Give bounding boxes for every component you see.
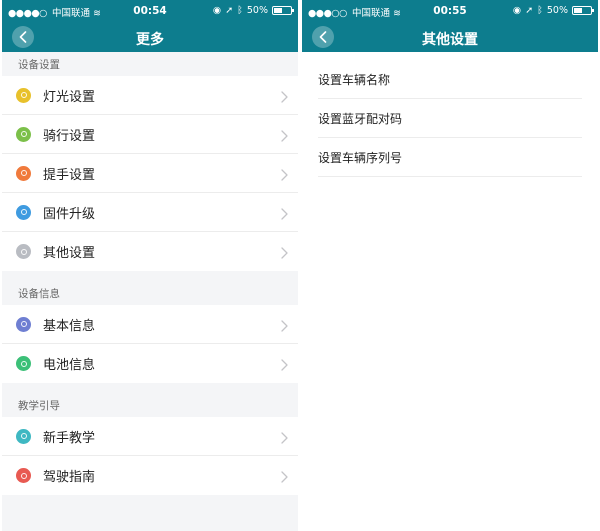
page-title: 更多 xyxy=(136,32,164,48)
battery-info-icon xyxy=(16,356,31,371)
list-item[interactable]: 固件升级 xyxy=(2,193,298,232)
list-item[interactable]: 电池信息 xyxy=(2,344,298,383)
list-item[interactable]: 驾驶指南 xyxy=(2,456,298,495)
more-screen: ●●●●○ 中国联通 ≋ 00:54 ◉ ➚ ᛒ 50% 更多 设备设置灯光设置… xyxy=(2,0,298,531)
battery-icon xyxy=(272,6,294,15)
section-gap xyxy=(2,383,298,393)
firmware-icon xyxy=(16,204,31,220)
location-icon: ➚ xyxy=(225,5,234,16)
chevron-right-icon xyxy=(281,166,288,185)
chevron-right-icon xyxy=(281,429,288,448)
list-item[interactable]: 提手设置 xyxy=(2,154,298,193)
settings-row[interactable]: 设置车辆名称 xyxy=(318,60,582,99)
list-item-label: 其他设置 xyxy=(43,246,96,261)
section-header: 设备信息 xyxy=(2,281,298,305)
settings-list: 设备设置灯光设置骑行设置提手设置固件升级其他设置设备信息基本信息电池信息教学引导… xyxy=(2,52,298,519)
tutorial-icon xyxy=(16,428,31,444)
list-item-label: 电池信息 xyxy=(43,358,96,373)
chevron-right-icon xyxy=(281,356,288,375)
lock-rotation-icon: ◉ xyxy=(212,5,222,16)
back-button[interactable] xyxy=(312,26,334,48)
battery-percent: 50% xyxy=(546,5,568,16)
list-item-label: 新手教学 xyxy=(43,430,96,446)
riding-icon xyxy=(16,126,31,142)
settings-row[interactable]: 设置蓝牙配对码 xyxy=(318,99,582,138)
back-button[interactable] xyxy=(12,26,34,48)
info-icon xyxy=(16,316,31,332)
list-item[interactable]: 其他设置 xyxy=(2,232,298,271)
list-item-label: 基本信息 xyxy=(43,318,96,334)
chevron-right-icon xyxy=(281,127,288,146)
lock-rotation-icon: ◉ xyxy=(512,5,522,16)
battery-percent: 50% xyxy=(246,5,268,16)
chevron-left-icon xyxy=(19,31,27,43)
status-right: ◉ ➚ ᛒ 50% xyxy=(212,5,294,16)
nav-bar: 更多 xyxy=(2,22,298,52)
chevron-right-icon xyxy=(281,468,288,487)
list-item-label: 提手设置 xyxy=(43,167,96,183)
section-header: 设备设置 xyxy=(2,52,298,76)
driving-guide-icon xyxy=(16,468,31,483)
chevron-left-icon xyxy=(319,31,327,43)
other-settings-list: 设置车辆名称 设置蓝牙配对码 设置车辆序列号 xyxy=(302,52,598,177)
chevron-right-icon xyxy=(281,88,288,107)
list-item[interactable]: 骑行设置 xyxy=(2,115,298,154)
chevron-right-icon xyxy=(281,205,288,224)
bulb-icon xyxy=(16,87,31,103)
list-item-label: 驾驶指南 xyxy=(43,470,96,485)
bluetooth-icon: ᛒ xyxy=(537,5,543,16)
status-bar: ●●●○○ 中国联通 ≋ 00:55 ◉ ➚ ᛒ 50% xyxy=(302,0,598,22)
section-header-partial xyxy=(2,505,298,519)
status-right: ◉ ➚ ᛒ 50% xyxy=(512,5,594,16)
handle-icon xyxy=(16,165,31,181)
list-item[interactable]: 新手教学 xyxy=(2,417,298,456)
section-gap xyxy=(2,271,298,281)
list-item-label: 骑行设置 xyxy=(43,128,96,144)
other-settings-icon xyxy=(16,244,31,259)
settings-row[interactable]: 设置车辆序列号 xyxy=(318,138,582,177)
list-item-label: 固件升级 xyxy=(43,206,96,222)
location-icon: ➚ xyxy=(525,5,534,16)
list-item-label: 灯光设置 xyxy=(43,89,96,105)
section-gap xyxy=(2,495,298,505)
section-header: 教学引导 xyxy=(2,393,298,417)
nav-bar: 其他设置 xyxy=(302,22,598,52)
list-item[interactable]: 基本信息 xyxy=(2,305,298,344)
bluetooth-icon: ᛒ xyxy=(237,5,243,16)
page-title: 其他设置 xyxy=(422,32,478,48)
status-bar: ●●●●○ 中国联通 ≋ 00:54 ◉ ➚ ᛒ 50% xyxy=(2,0,298,22)
list-item[interactable]: 灯光设置 xyxy=(2,76,298,115)
other-settings-screen: ●●●○○ 中国联通 ≋ 00:55 ◉ ➚ ᛒ 50% 其他设置 设置车辆名称… xyxy=(302,0,598,531)
chevron-right-icon xyxy=(281,317,288,336)
battery-icon xyxy=(572,6,594,15)
chevron-right-icon xyxy=(281,244,288,263)
